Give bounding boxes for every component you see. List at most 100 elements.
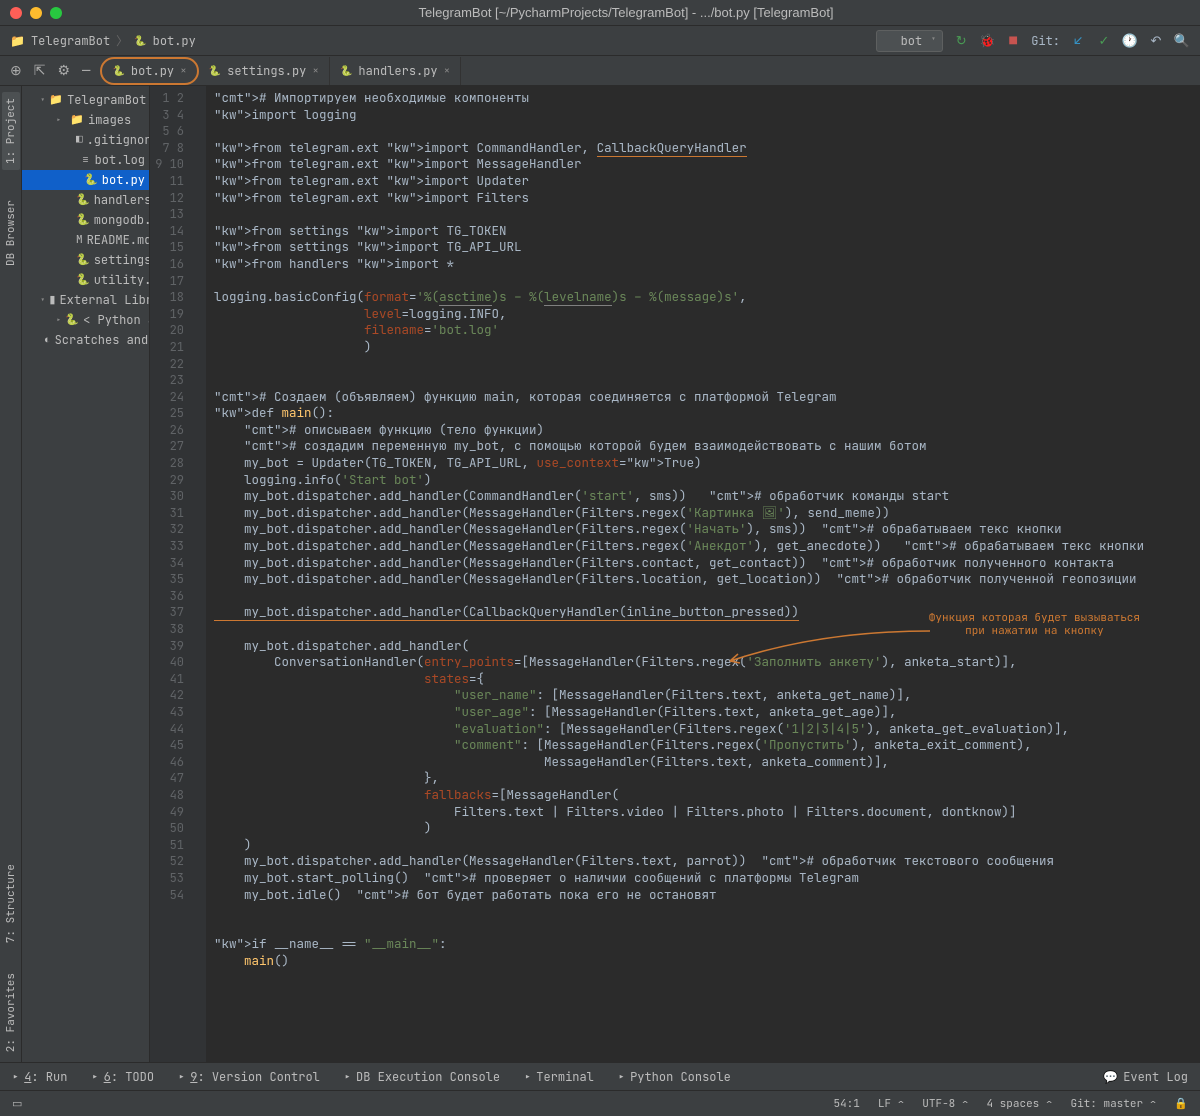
breadcrumb-separator: 〉 [116,32,128,49]
indent-setting[interactable]: 4 spaces ⌃ [986,1097,1052,1111]
run-config-selector[interactable]: bot [876,30,944,52]
project-tree-panel: ▾📁TelegramBot▸📁images◧.gitignore≡bot.log… [22,86,150,1062]
tree-item[interactable]: 🐍handlers.py [22,190,149,210]
close-tab-icon[interactable]: × [180,64,187,78]
bottom-tab[interactable]: ▸DB Execution Console [344,1069,500,1085]
breadcrumb-root[interactable]: TelegramBot [31,33,110,49]
folder-icon: 📁 [10,33,25,49]
collapse-icon[interactable]: ⇱ [34,62,46,80]
search-icon[interactable]: 🔍 [1174,33,1190,49]
bottom-tab[interactable]: ▸ 6: TODO [91,1069,154,1085]
tree-item[interactable]: M README.md [22,230,149,250]
bottom-tab-icon: ▸ [524,1069,531,1085]
annotation-text: Функция которая будет вызываться при наж… [929,612,1140,638]
event-log-label: Event Log [1123,1069,1188,1085]
python-file-icon: 🐍 [340,64,352,77]
file-icon: 📁 [49,93,63,107]
annotation-line2: при нажатии на кнопку [929,625,1140,638]
file-icon: 🐍 [76,273,90,287]
code-editor[interactable]: 1 2 3 4 5 6 7 8 9 10 11 12 13 14 15 16 1… [150,86,1200,1062]
tree-item[interactable]: 🐍 settings.py [22,250,149,270]
tree-item[interactable]: 🐍utility.py [22,270,149,290]
tree-item[interactable]: ▾▮External Libraries [22,290,149,310]
python-file-icon: 🐍 [134,34,146,47]
project-tree[interactable]: ▾📁TelegramBot▸📁images◧.gitignore≡bot.log… [22,86,149,350]
close-tab-icon[interactable]: × [312,64,319,78]
tree-label: bot.py [102,172,145,188]
editor-toolbar: ⊕ ⇱ ⚙ — 🐍bot.py×🐍settings.py×🐍handlers.p… [0,56,1200,86]
tool-db-browser[interactable]: DB Browser [4,200,18,266]
editor-tab-settings-py[interactable]: 🐍settings.py× [199,57,330,85]
bottom-tab[interactable]: ▸9: Version Control [178,1069,320,1085]
bottom-tab-label: Python Console [630,1069,731,1085]
file-icon: ◐ [44,333,51,347]
tree-item[interactable]: ▸📁images [22,110,149,130]
bottom-tab[interactable]: ▸4: Run [12,1069,67,1085]
tree-label: README.md [87,232,150,248]
file-icon: 🐍 [76,193,90,207]
bottom-tab-icon: ▸ [91,1069,98,1085]
tree-item[interactable]: ▸ 🐍 < Python 3.8 > [22,310,149,330]
bottom-tab[interactable]: ▸Python Console [618,1069,731,1085]
editor-tab-handlers-py[interactable]: 🐍handlers.py× [330,57,461,85]
tool-structure[interactable]: 7: Structure [4,864,18,943]
tree-label: images [88,112,131,128]
run-icon[interactable]: ↻ [953,33,969,49]
tree-label: bot.log [95,152,145,168]
hide-icon[interactable]: — [82,62,90,80]
bottom-tab[interactable]: ▸Terminal [524,1069,594,1085]
window-title: TelegramBot [~/PycharmProjects/TelegramB… [62,5,1190,20]
tree-label: < Python 3.8 > [83,312,150,328]
line-ending[interactable]: LF ⌃ [878,1097,904,1111]
file-encoding[interactable]: UTF-8 ⌃ [922,1097,968,1111]
close-tab-icon[interactable]: × [444,64,451,78]
tree-label: mongodb.py [94,212,150,228]
minimize-window-button[interactable] [30,7,42,19]
navbar-right: bot ↻ 🐞 ■ Git: ↙ ✓ 🕐 ↶ 🔍 [876,30,1190,52]
lock-icon[interactable]: 🔒 [1174,1097,1188,1111]
event-log-icon: 💬 [1103,1069,1118,1085]
git-history-icon[interactable]: 🕐 [1122,33,1138,49]
file-icon: 🐍 [65,313,79,327]
git-branch[interactable]: Git: master ⌃ [1070,1097,1156,1111]
close-window-button[interactable] [10,7,22,19]
status-misc-icon[interactable]: ▭ [12,1097,22,1111]
stop-icon[interactable]: ■ [1005,33,1021,49]
tree-item[interactable]: 🐍 mongodb.py [22,210,149,230]
git-commit-icon[interactable]: ✓ [1096,33,1112,49]
code-area[interactable]: "cmt"># Импортируем необходимые компонен… [206,86,1200,1062]
titlebar: TelegramBot [~/PycharmProjects/TelegramB… [0,0,1200,26]
git-revert-icon[interactable]: ↶ [1148,33,1164,49]
file-icon: ≡ [82,153,91,167]
gear-icon[interactable]: ⚙ [57,62,70,80]
tree-label: settings.py [94,252,150,268]
breadcrumb: 📁 TelegramBot 〉 🐍 bot.py [10,32,196,49]
debug-icon[interactable]: 🐞 [979,33,995,49]
navigation-bar: 📁 TelegramBot 〉 🐍 bot.py bot ↻ 🐞 ■ Git: … [0,26,1200,56]
editor-tab-bot-py[interactable]: 🐍bot.py× [100,57,198,85]
bottom-tab-label: 9: Version Control [190,1069,320,1085]
tree-arrow-icon: ▸ [56,314,61,326]
event-log-tab[interactable]: 💬 Event Log [1103,1069,1188,1085]
tree-item[interactable]: ◧.gitignore [22,130,149,150]
file-icon: M [76,233,83,247]
editor-tabs: 🐍bot.py×🐍settings.py×🐍handlers.py× [100,57,1200,85]
caret-position[interactable]: 54:1 [833,1097,859,1111]
tree-item[interactable]: ≡ bot.log [22,150,149,170]
bottom-tab-label: DB Execution Console [356,1069,500,1085]
tool-project[interactable]: 1: Project [2,92,20,170]
tool-favorites[interactable]: 2: Favorites [4,973,18,1052]
tree-item[interactable]: 🐍bot.py [22,170,149,190]
file-icon: 🐍 [76,253,90,267]
maximize-window-button[interactable] [50,7,62,19]
bottom-tab-label: 6: TODO [104,1069,154,1085]
breadcrumb-file[interactable]: bot.py [153,33,196,49]
file-icon: 🐍 [76,213,90,227]
tree-item[interactable]: ▾📁TelegramBot [22,90,149,110]
tree-label: Scratches and Consoles [55,332,150,348]
bottom-tab-label: 4: Run [24,1069,67,1085]
target-icon[interactable]: ⊕ [10,62,22,80]
line-number-gutter: 1 2 3 4 5 6 7 8 9 10 11 12 13 14 15 16 1… [150,86,192,1062]
tree-item[interactable]: ◐ Scratches and Consoles [22,330,149,350]
git-update-icon[interactable]: ↙ [1070,33,1086,49]
